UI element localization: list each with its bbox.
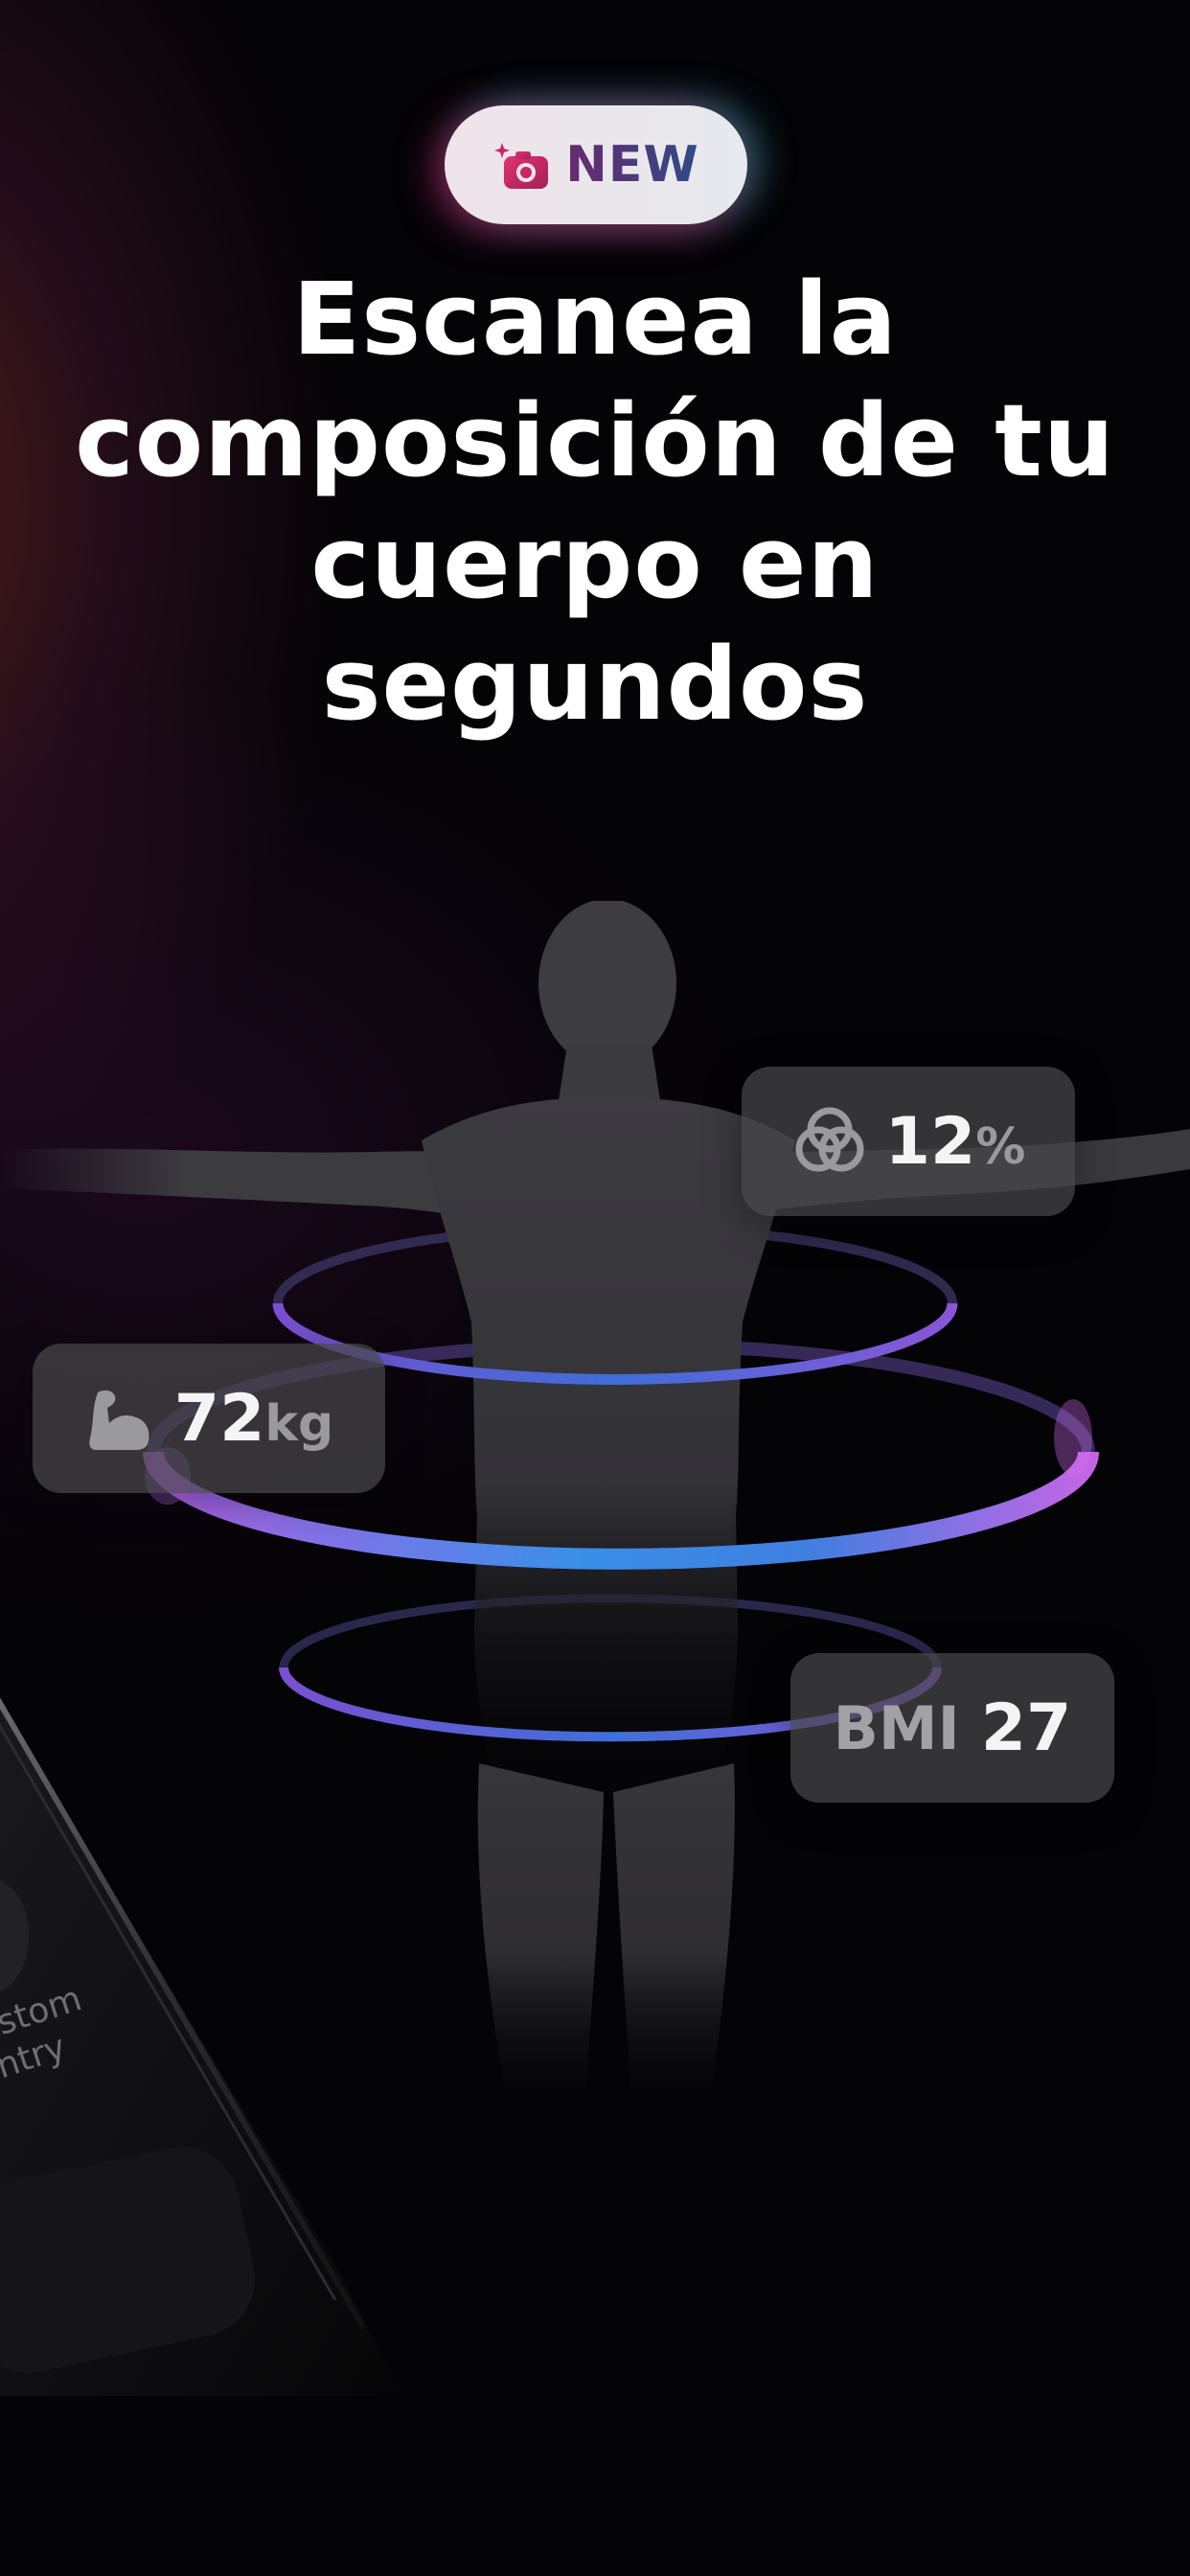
muscle-value: 72 (173, 1380, 265, 1457)
headline-line-1: Escanea la (292, 261, 898, 378)
muscle-mass-card: 72kg (33, 1344, 385, 1493)
headline-line-2: composición de tu (75, 382, 1115, 499)
screen: NEW Escanea la composición de tu cuerpo … (0, 0, 1190, 2576)
headline-line-4: segundos (321, 626, 869, 743)
body-fat-card: 12% (742, 1067, 1075, 1216)
overlapping-circles-icon (791, 1107, 868, 1176)
headline: Escanea la composición de tu cuerpo en s… (57, 259, 1133, 746)
body-fat-unit: % (975, 1117, 1026, 1176)
bmi-label: BMI (833, 1692, 960, 1763)
body-fat-value: 12 (884, 1103, 976, 1180)
bmi-value: 27 (980, 1690, 1072, 1766)
headline-line-3: cuerpo en (310, 504, 880, 621)
muscle-unit: kg (264, 1394, 334, 1453)
badge-label: NEW (565, 136, 699, 194)
bmi-card: BMI 27 (790, 1653, 1114, 1803)
camera-sparkle-icon (492, 139, 552, 191)
flexed-arm-icon (84, 1385, 153, 1452)
new-badge: NEW (445, 105, 747, 224)
